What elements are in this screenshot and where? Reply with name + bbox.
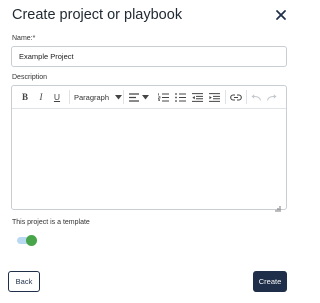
underline-button[interactable]: U [52, 91, 62, 103]
paragraph-label: Paragraph [74, 92, 110, 102]
toolbar-divider [69, 90, 70, 104]
create-button[interactable]: Create [253, 271, 287, 292]
bulleted-list-button[interactable] [174, 91, 186, 103]
italic-button[interactable]: I [36, 91, 46, 103]
template-label: This project is a template [12, 219, 90, 226]
template-toggle[interactable] [15, 235, 37, 246]
paragraph-dropdown[interactable]: Paragraph [74, 91, 123, 103]
create-project-dialog: Create project or playbook Name:* Descri… [0, 0, 298, 303]
chevron-down-icon [142, 94, 149, 100]
undo-button[interactable] [250, 91, 262, 103]
redo-icon [267, 93, 277, 101]
link-icon [229, 93, 242, 101]
outdent-icon [191, 92, 203, 102]
align-left-icon [129, 92, 139, 102]
outdent-button[interactable] [191, 91, 203, 103]
alignment-dropdown[interactable] [128, 91, 150, 103]
undo-icon [251, 93, 261, 101]
toolbar-divider [225, 90, 226, 104]
dialog-title: Create project or playbook [12, 7, 183, 23]
redo-button[interactable] [266, 91, 278, 103]
name-input[interactable] [11, 46, 287, 67]
indent-button[interactable] [208, 91, 220, 103]
close-icon[interactable] [274, 8, 288, 22]
ordered-list-icon [157, 92, 169, 102]
indent-icon [208, 92, 220, 102]
toolbar-divider [123, 90, 124, 104]
bulleted-list-icon [174, 92, 186, 102]
ordered-list-button[interactable] [157, 91, 169, 103]
name-label: Name:* [12, 35, 36, 42]
editor-content-area[interactable] [12, 109, 286, 209]
bold-button[interactable]: B [20, 91, 30, 103]
chevron-down-icon [115, 94, 123, 100]
back-button[interactable]: Back [8, 271, 40, 292]
toolbar-divider [246, 90, 247, 104]
description-editor[interactable]: B I U Paragraph [11, 85, 287, 212]
resize-handle-icon[interactable] [275, 199, 281, 212]
editor-toolbar: B I U Paragraph [12, 86, 286, 109]
description-label: Description [12, 74, 48, 81]
toggle-knob [26, 235, 37, 246]
link-button[interactable] [229, 91, 242, 103]
